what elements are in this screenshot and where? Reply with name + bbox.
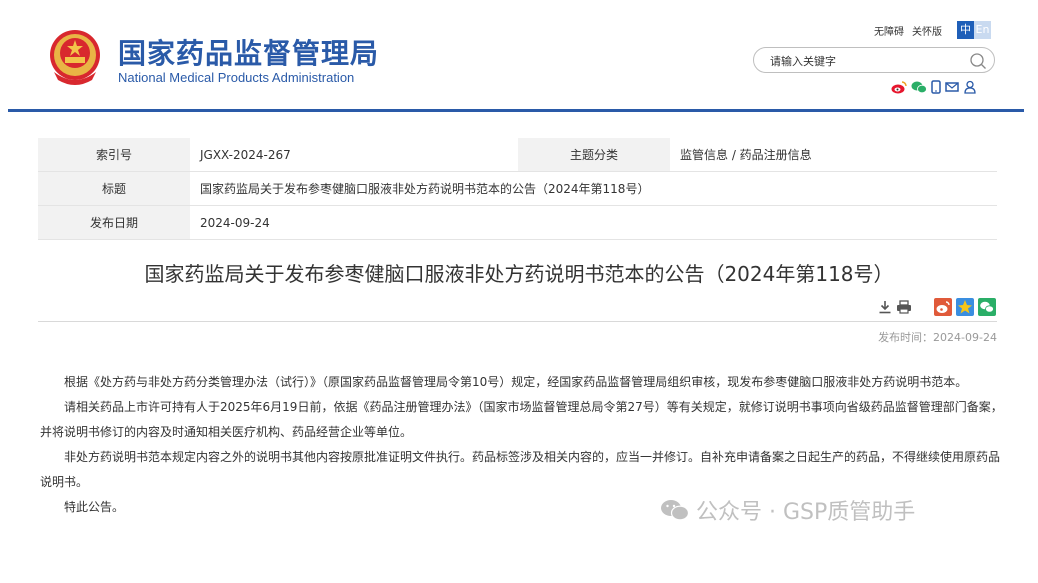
mail-icon[interactable] <box>945 80 959 94</box>
table-row: 发布日期 2024-09-24 <box>38 205 997 240</box>
site-header: 国家药品监督管理局 National Medical Products Admi… <box>0 0 1038 112</box>
care-mode-link[interactable]: 关怀版 <box>912 27 942 38</box>
share-wechat-icon[interactable] <box>978 298 996 316</box>
paragraph: 非处方药说明书范本规定内容之外的说明书其他内容按原批准证明文件执行。药品标签涉及… <box>40 450 1001 489</box>
info-table: 索引号 JGXX-2024-267 主题分类 监管信息 / 药品注册信息 标题 … <box>38 138 997 240</box>
accessibility-link[interactable]: 无障碍 <box>874 27 904 38</box>
paragraph: 根据《处方药与非处方药分类管理办法（试行）》（原国家药品监督管理局令第10号）规… <box>64 375 968 389</box>
top-links: 无障碍 关怀版 <box>874 23 950 38</box>
national-emblem-icon <box>50 30 100 85</box>
site-name-cn[interactable]: 国家药品监督管理局 <box>118 32 379 72</box>
table-row: 标题 国家药监局关于发布参枣健脑口服液非处方药说明书范本的公告（2024年第11… <box>38 171 997 206</box>
search-box <box>753 47 995 73</box>
paragraph: 请相关药品上市许可持有人于2025年6月19日前，依据《药品注册管理办法》（国家… <box>40 400 1003 439</box>
social-icons <box>891 80 977 94</box>
print-icon[interactable] <box>896 300 912 314</box>
search-input[interactable] <box>768 51 962 71</box>
publish-time: 发布时间：2024-09-24 <box>878 331 997 344</box>
lang-zh-button[interactable]: 中 <box>957 21 974 39</box>
index-label: 索引号 <box>38 138 190 172</box>
category-value: 监管信息 / 药品注册信息 <box>670 138 997 172</box>
date-value: 2024-09-24 <box>190 205 997 240</box>
watermark: 公众号 · GSP质管助手 <box>660 494 915 526</box>
user-icon[interactable] <box>963 80 977 94</box>
wechat-watermark-icon <box>661 500 690 521</box>
watermark-text: 公众号 · GSP质管助手 <box>696 500 916 525</box>
download-icon[interactable] <box>878 300 892 314</box>
category-label: 主题分类 <box>518 138 670 172</box>
table-row: 索引号 JGXX-2024-267 主题分类 监管信息 / 药品注册信息 <box>38 138 997 172</box>
share-weibo-icon[interactable] <box>934 298 952 316</box>
mobile-icon[interactable] <box>931 80 941 94</box>
wechat-icon[interactable] <box>911 80 927 94</box>
index-value: JGXX-2024-267 <box>190 138 518 172</box>
date-label: 发布日期 <box>38 205 190 240</box>
title-label: 标题 <box>38 171 190 206</box>
title-value: 国家药监局关于发布参枣健脑口服液非处方药说明书范本的公告（2024年第118号） <box>190 171 997 206</box>
weibo-icon[interactable] <box>891 80 907 94</box>
title-divider <box>38 321 997 322</box>
article-tools <box>878 298 996 316</box>
article-title: 国家药监局关于发布参枣健脑口服液非处方药说明书范本的公告（2024年第118号） <box>144 262 894 286</box>
language-switch: 中 En <box>957 21 991 39</box>
site-name-en[interactable]: National Medical Products Administration <box>118 70 354 85</box>
lang-en-button[interactable]: En <box>974 21 991 39</box>
share-qzone-icon[interactable] <box>956 298 974 316</box>
search-icon[interactable] <box>968 51 988 71</box>
header-divider <box>8 109 1024 112</box>
